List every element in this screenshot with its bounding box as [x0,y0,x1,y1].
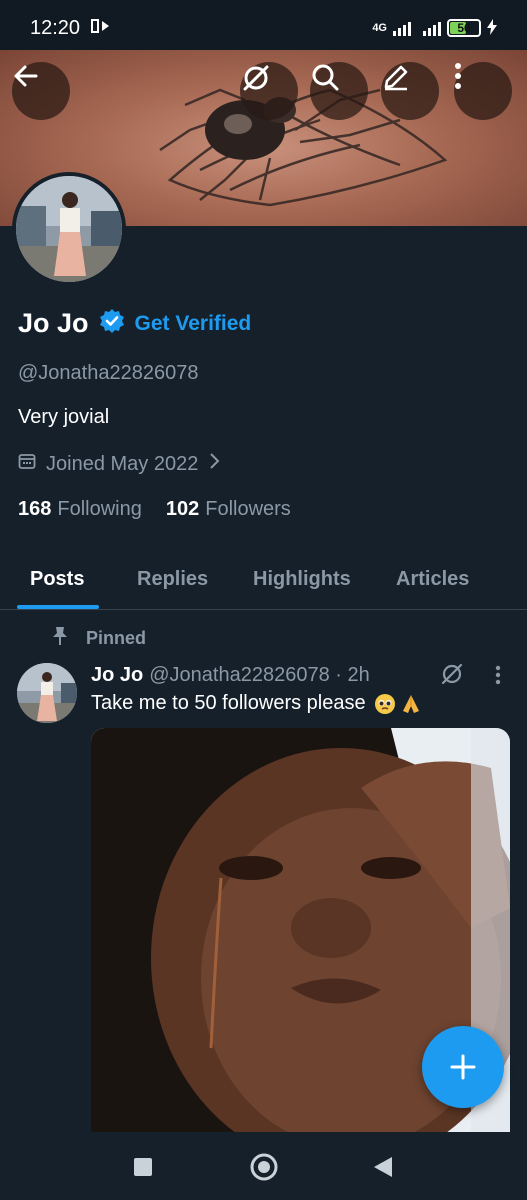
profile-avatar[interactable] [12,172,126,286]
more-options-button[interactable] [454,62,512,120]
profile-bio: Very jovial [18,406,110,428]
verified-badge-icon[interactable] [99,308,125,339]
more-vertical-icon [455,63,461,89]
post-grok-button[interactable] [440,662,464,691]
tab-posts[interactable]: Posts [30,568,84,591]
joined-date-row[interactable]: Joined May 2022 [18,452,220,476]
status-bar: 12:20 4G 56 [0,0,527,56]
tab-articles[interactable]: Articles [396,568,469,591]
followers-link[interactable]: 102 Followers [166,498,291,521]
signal-icon [393,20,411,36]
tab-replies[interactable]: Replies [137,568,208,591]
following-label: Following [57,498,142,520]
followers-count: 102 [165,498,200,520]
home-button[interactable] [249,1152,279,1182]
post-more-button[interactable] [494,664,502,691]
more-vertical-icon [495,665,501,685]
avatar-photo [16,176,122,282]
following-link[interactable]: 168 Following [18,498,142,521]
triangle-back-icon [374,1157,392,1177]
active-tab-indicator [17,605,99,609]
tab-highlights[interactable]: Highlights [253,568,351,591]
edit-button[interactable] [381,62,439,120]
back-nav-button[interactable] [368,1152,398,1182]
pleading-face-emoji [374,693,396,715]
battery-icon: 56 [447,19,481,37]
square-icon [134,1158,152,1176]
following-count: 168 [18,498,52,520]
network-type-label: 4G [372,22,387,34]
app-notification-icon [90,17,112,40]
circle-icon [250,1153,278,1181]
avatar-photo-small [17,663,77,723]
pencil-icon [384,65,408,91]
recents-button[interactable] [128,1152,158,1182]
pinned-indicator: Pinned [52,626,146,651]
pin-icon [52,626,68,651]
chevron-right-icon [208,452,220,476]
grok-icon [243,65,269,91]
post-header: Jo Jo @Jonatha22826078 · 2h [91,664,370,687]
folded-hands-emoji [400,693,422,715]
pinned-label: Pinned [86,628,147,648]
post-text: Take me to 50 followers please [91,692,422,715]
joined-date: Joined May 2022 [46,452,199,475]
get-verified-link[interactable]: Get Verified [135,312,252,336]
profile-name: Jo Jo [18,308,89,338]
compose-button[interactable] [422,1026,504,1108]
post-author-avatar[interactable] [17,663,77,723]
profile-handle: @Jonatha22826078 [18,362,199,384]
battery-percent: 56 [457,21,471,35]
profile-tabs: Posts Replies Highlights Articles [0,548,527,610]
post-body: Take me to 50 followers please [91,692,366,714]
signal-icon-2 [423,20,441,36]
status-time: 12:20 [30,16,81,39]
follow-counts: 168 Following 102 Followers [18,498,291,521]
grok-icon [441,663,463,685]
back-button[interactable] [12,62,70,120]
system-nav-bar [0,1132,527,1200]
post-author-name[interactable]: Jo Jo [91,664,143,687]
search-button[interactable] [310,62,368,120]
plus-icon [450,1054,476,1080]
post-author-handle-time: @Jonatha22826078 · 2h [149,664,370,686]
arrow-left-icon [14,65,38,87]
charging-icon [487,18,497,38]
search-icon [312,64,339,91]
followers-label: Followers [205,498,291,520]
profile-name-row: Jo Jo Get Verified [18,308,251,339]
calendar-icon [18,452,36,476]
grok-button[interactable] [240,62,298,120]
